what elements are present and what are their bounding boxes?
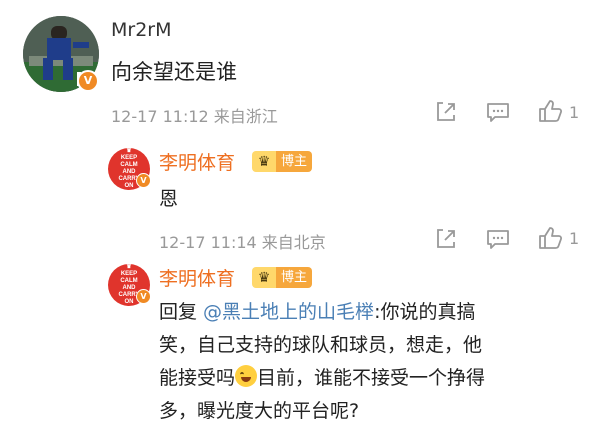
share-button[interactable] bbox=[434, 227, 458, 251]
crown-icon: ♛ bbox=[126, 264, 132, 270]
share-button[interactable] bbox=[434, 100, 458, 124]
reply-line-text: 目前，谁能不接受一个挣得 bbox=[257, 367, 486, 389]
reply-line: 多，曝光度大的平台呢? bbox=[159, 400, 360, 422]
share-icon bbox=[437, 229, 455, 248]
comment-button[interactable] bbox=[485, 227, 511, 251]
mention-link[interactable]: @黑土地上的山毛榉 bbox=[203, 301, 374, 323]
reply-line: 能接受吗 目前，谁能不接受一个挣得 bbox=[159, 362, 549, 395]
comment-username[interactable]: Mr2rM bbox=[111, 19, 172, 41]
badge-label: 博主 bbox=[276, 267, 313, 288]
blogger-badge: ♛ 博主 bbox=[252, 267, 313, 288]
reply-line: 笑，自己支持的球队和球员，想走，他 bbox=[159, 334, 483, 356]
blogger-badge: ♛ 博主 bbox=[252, 151, 313, 172]
comment-meta: 12-17 11:12 来自浙江 bbox=[111, 107, 278, 126]
crown-icon: ♛ bbox=[126, 148, 132, 154]
reply-text: 回复 @黑土地上的山毛榉:你说的真搞 笑，自己支持的球队和球员，想走，他 能接受… bbox=[159, 296, 549, 428]
avatar-text-line: CALM bbox=[120, 162, 138, 168]
avatar-text-line: ON bbox=[124, 299, 134, 305]
share-icon bbox=[437, 102, 455, 121]
comment-icon bbox=[487, 103, 509, 122]
reply-username[interactable]: 李明体育 bbox=[159, 264, 235, 291]
crown-icon: ♛ bbox=[252, 151, 276, 172]
avatar-text-line: KEEP bbox=[120, 155, 138, 161]
reply-meta: 12-17 11:14 来自北京 bbox=[159, 233, 326, 252]
reply-prefix: 回复 bbox=[159, 301, 204, 323]
like-button[interactable] bbox=[537, 98, 563, 124]
reply-line: 回复 @黑土地上的山毛榉:你说的真搞 bbox=[159, 296, 549, 329]
verified-v-icon: V bbox=[136, 173, 151, 188]
like-count: 1 bbox=[569, 229, 580, 248]
reply-line-text: :你说的真搞 bbox=[374, 301, 476, 323]
laughing-emoji-icon bbox=[235, 365, 258, 387]
comment-text: 向余望还是谁 bbox=[111, 60, 237, 84]
reply-line-text: 能接受吗 bbox=[159, 367, 236, 389]
badge-label: 博主 bbox=[276, 151, 313, 172]
thumbs-up-icon bbox=[539, 227, 563, 249]
verified-v-icon: V bbox=[136, 289, 151, 304]
avatar-text-line: KEEP bbox=[120, 271, 138, 277]
avatar-text-line: CALM bbox=[120, 278, 138, 284]
like-button[interactable] bbox=[537, 225, 563, 251]
like-count: 1 bbox=[569, 103, 580, 122]
reply-text: 恩 bbox=[159, 188, 179, 210]
comment-icon bbox=[487, 230, 509, 249]
crown-icon: ♛ bbox=[252, 267, 276, 288]
verified-v-icon: V bbox=[77, 70, 99, 92]
avatar-text-line: AND bbox=[122, 285, 136, 291]
avatar-text-line: AND bbox=[122, 169, 136, 175]
thumbs-up-icon bbox=[539, 100, 563, 122]
avatar-text-line: ON bbox=[124, 183, 134, 189]
reply-username[interactable]: 李明体育 bbox=[159, 148, 235, 175]
comment-button[interactable] bbox=[485, 100, 511, 124]
